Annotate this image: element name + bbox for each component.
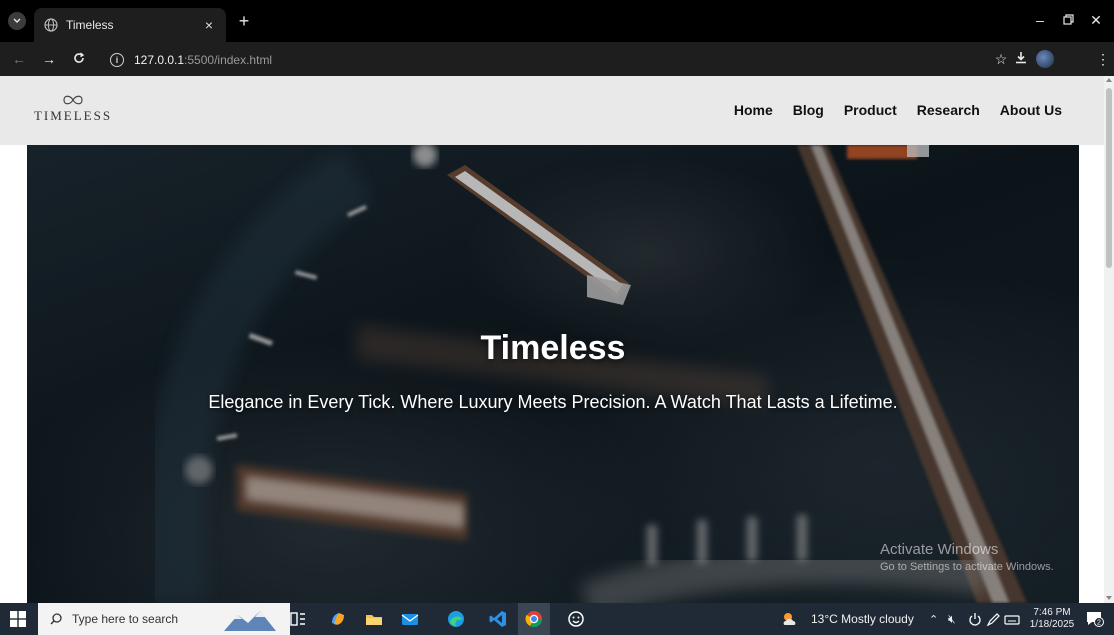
show-hidden-icons-icon[interactable]: ⌃ <box>929 603 938 635</box>
taskbar-clock[interactable]: 7:46 PM 1/18/2025 <box>1026 607 1078 631</box>
weather-icon[interactable] <box>780 609 800 629</box>
nav-research[interactable]: Research <box>917 102 980 118</box>
tab-list-button[interactable] <box>8 12 26 30</box>
url-host: 127.0.0.1 <box>134 53 185 67</box>
browser-toolbar: ← → i 127.0.0.1:5500/index.html ☆ ⋮ <box>0 42 1114 76</box>
new-tab-button[interactable]: + <box>234 11 254 32</box>
copilot-icon[interactable] <box>328 609 348 629</box>
page-viewport: TIMELESS Home Blog Product Research Abou… <box>0 76 1114 603</box>
tab-title: Timeless <box>66 18 114 32</box>
mail-icon[interactable] <box>400 609 420 629</box>
window-close-icon[interactable]: ✕ <box>1086 12 1106 29</box>
globe-icon <box>44 18 58 32</box>
windows-start-icon[interactable] <box>10 611 26 627</box>
watermark-line-2: Go to Settings to activate Windows. <box>880 561 1054 573</box>
emoji-icon[interactable] <box>566 609 586 629</box>
edge-browser-icon[interactable] <box>446 609 466 629</box>
hero-subtitle: Elegance in Every Tick. Where Luxury Mee… <box>208 392 898 412</box>
infinity-logo-icon <box>63 95 83 105</box>
hero-text: Timeless Elegance in Every Tick. Where L… <box>27 329 1079 413</box>
nav-product[interactable]: Product <box>844 102 897 118</box>
nav-home[interactable]: Home <box>734 102 773 118</box>
clock-date: 1/18/2025 <box>1029 619 1075 630</box>
vscode-icon[interactable] <box>488 609 508 629</box>
search-placeholder: Type here to search <box>72 612 179 626</box>
profile-avatar[interactable] <box>1036 50 1054 68</box>
main-nav: Home Blog Product Research About Us <box>734 102 1062 118</box>
taskbar-search-box[interactable]: Type here to search <box>38 603 290 635</box>
site-info-icon[interactable]: i <box>110 53 124 67</box>
bookmark-star-icon[interactable]: ☆ <box>992 50 1010 68</box>
forward-arrow-icon[interactable]: → <box>40 50 58 68</box>
keyboard-language-icon[interactable] <box>1004 609 1020 629</box>
volume-muted-icon[interactable]: 🔇︎ <box>948 603 956 635</box>
watermark-line-1: Activate Windows <box>880 541 999 558</box>
hero-banner: Timeless Elegance in Every Tick. Where L… <box>27 145 1079 603</box>
site-logo[interactable]: TIMELESS <box>28 94 118 124</box>
reload-icon[interactable] <box>70 50 88 68</box>
scroll-up-icon[interactable] <box>1106 78 1112 82</box>
notification-count: 2 <box>1097 620 1101 627</box>
hero-title: Timeless <box>480 329 626 367</box>
logo-wordmark: TIMELESS <box>33 108 113 123</box>
browser-tab-timeless[interactable]: Timeless × <box>34 8 226 42</box>
scrollbar-thumb[interactable] <box>1106 88 1112 268</box>
chevron-down-icon <box>13 18 21 23</box>
site-header: TIMELESS Home Blog Product Research Abou… <box>0 76 1104 145</box>
mountain-landscape-icon <box>224 611 276 631</box>
clock-time: 7:46 PM <box>1033 607 1071 618</box>
weather-text[interactable]: 13°C Mostly cloudy <box>811 603 914 635</box>
nav-about-us[interactable]: About Us <box>1000 102 1062 118</box>
chrome-icon[interactable] <box>524 609 544 629</box>
search-icon <box>50 613 62 625</box>
address-bar[interactable]: i 127.0.0.1:5500/index.html <box>104 48 1014 72</box>
scroll-down-icon[interactable] <box>1106 596 1112 600</box>
task-view-icon[interactable] <box>288 609 308 629</box>
download-icon[interactable] <box>1012 50 1030 68</box>
restore-icon[interactable] <box>1058 12 1078 28</box>
windows-taskbar: Type here to search 13°C Mostly cloudy ⌃… <box>0 603 1114 635</box>
back-arrow-icon[interactable]: ← <box>10 50 28 68</box>
browser-tabstrip: Timeless × + – ✕ <box>0 0 1114 42</box>
url-path: :5500/index.html <box>184 53 273 67</box>
page-scrollbar[interactable] <box>1104 76 1114 603</box>
file-explorer-icon[interactable] <box>364 609 384 629</box>
minimize-icon[interactable]: – <box>1030 12 1050 28</box>
notification-center-icon[interactable]: 2 <box>1086 611 1104 627</box>
more-menu-icon[interactable]: ⋮ <box>1094 50 1112 68</box>
activate-windows-watermark: Activate Windows Go to Settings to activ… <box>880 541 1054 573</box>
nav-blog[interactable]: Blog <box>793 102 824 118</box>
power-icon[interactable] <box>968 609 982 629</box>
pen-icon[interactable] <box>986 609 1000 629</box>
tab-close-icon[interactable]: × <box>202 17 216 33</box>
